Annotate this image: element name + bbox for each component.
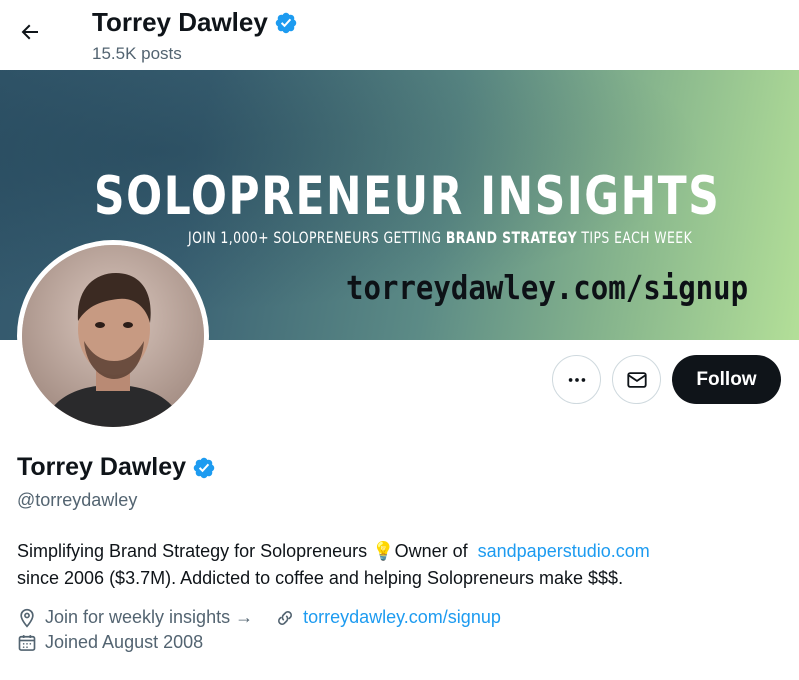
bio-text: Simplifying Brand Strategy for Soloprene… [17, 541, 373, 561]
verified-badge-icon [275, 12, 297, 33]
banner-subtitle-bold: BRAND STRATEGY [445, 228, 578, 247]
banner-subtitle-post: TIPS EACH WEEK [577, 228, 693, 247]
profile-joined: Joined August 2008 [45, 632, 204, 652]
profile-bio: Simplifying Brand Strategy for Soloprene… [17, 538, 787, 592]
profile-joined-row: Joined August 2008 [17, 632, 203, 653]
website-link[interactable]: torreydawley.com/signup [303, 607, 501, 628]
banner-url: torreydawley.com/signup [346, 268, 749, 307]
profile-location: Join for weekly insights → [45, 607, 254, 627]
more-horizontal-icon [568, 377, 585, 382]
calendar-icon [18, 634, 36, 651]
profile-name: Torrey Dawley [17, 453, 187, 481]
banner-title: SOLOPRENEUR INSIGHTS [94, 166, 721, 227]
message-button[interactable] [612, 355, 661, 404]
bio-text-mid: Owner of [394, 541, 478, 561]
banner-subtitle: JOIN 1,000+ SOLOPRENEURS GETTING BRAND S… [188, 228, 692, 247]
envelope-icon [626, 371, 647, 388]
banner-subtitle-pre: JOIN 1,000+ SOLOPRENEURS GETTING [188, 228, 446, 247]
bio-text-line2: since 2006 ($3.7M). Addicted to coffee a… [17, 568, 624, 588]
link-icon [278, 610, 293, 625]
bio-link[interactable]: sandpaperstudio.com [478, 541, 650, 561]
profile-meta-row: Join for weekly insights → torreydawley.… [17, 607, 501, 628]
profile-name-block: Torrey Dawley [17, 453, 216, 482]
header-name: Torrey Dawley [92, 7, 268, 37]
more-button[interactable] [552, 355, 601, 404]
profile-website[interactable]: torreydawley.com/signup [275, 607, 501, 628]
verified-badge-icon[interactable] [192, 456, 216, 480]
top-bar: Torrey Dawley 15.5K posts [0, 0, 799, 70]
header-title: Torrey Dawley [92, 7, 298, 38]
back-button[interactable] [12, 14, 48, 50]
location-pin-icon [20, 608, 34, 628]
arrow-left-icon [21, 24, 38, 40]
profile-handle: @torreydawley [17, 490, 138, 510]
lightbulb-emoji: 💡 [372, 541, 395, 561]
avatar-photo [22, 245, 204, 427]
avatar[interactable] [17, 240, 209, 432]
post-count: 15.5K posts [92, 44, 182, 63]
follow-button[interactable]: Follow [672, 355, 781, 404]
